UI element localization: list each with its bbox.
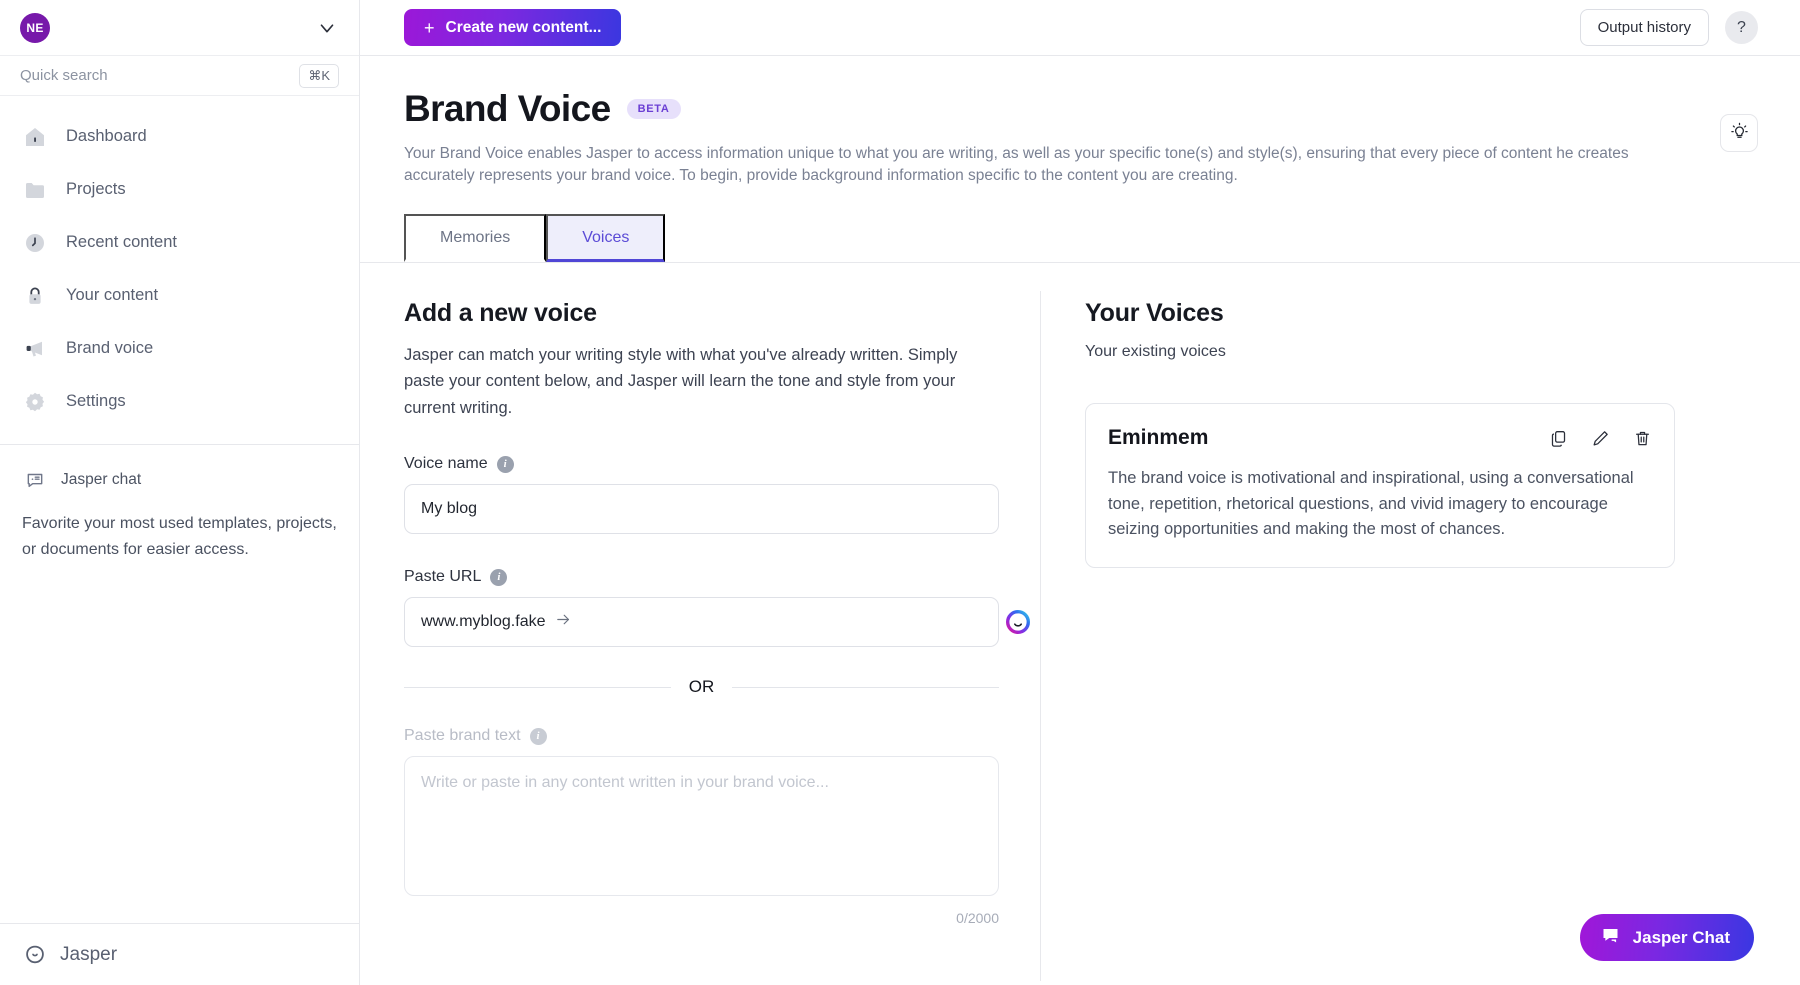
sidebar: NE Quick search ⌘K Dashboard Projects [0,0,360,985]
info-icon[interactable]: i [490,569,507,586]
folder-icon [22,177,48,203]
your-voices-heading: Your Voices [1085,299,1756,328]
chat-bubble-icon [22,467,48,493]
sidebar-footer[interactable]: Jasper [0,923,359,985]
voice-name-label-row: Voice name i [404,455,996,473]
sidebar-item-settings[interactable]: Settings [0,375,359,428]
gear-icon [22,389,48,415]
sidebar-item-label: Settings [66,392,126,411]
lock-icon [22,283,48,309]
app-root: NE Quick search ⌘K Dashboard Projects [0,0,1800,985]
loading-spinner-icon [1003,607,1033,637]
your-voices-panel: Your Voices Your existing voices Eminmem [1041,299,1800,981]
avatar[interactable]: NE [20,13,50,43]
help-button[interactable]: ? [1725,11,1758,44]
voice-name-input[interactable] [404,484,999,534]
megaphone-icon [22,336,48,362]
create-new-content-label: Create new content... [446,19,602,37]
page-description: Your Brand Voice enables Jasper to acces… [404,143,1694,188]
page-title: Brand Voice [404,88,611,130]
paste-url-field: Paste URL i www.myblog.fake [404,568,996,647]
sidebar-account-header[interactable]: NE [0,0,359,56]
add-voice-lead: Jasper can match your writing style with… [404,342,996,421]
plus-icon: + [424,19,435,37]
sidebar-item-label: Dashboard [66,127,147,146]
voice-name-field: Voice name i [404,455,996,534]
add-voice-panel: Add a new voice Jasper can match your wr… [360,299,1040,981]
trash-icon[interactable] [1632,429,1652,449]
paste-url-label-row: Paste URL i [404,568,996,586]
main-area: + Create new content... Output history ?… [360,0,1800,985]
tab-memories[interactable]: Memories [404,214,546,262]
sidebar-item-jasper-chat[interactable]: Jasper chat [22,467,337,493]
chat-bubble-icon [1600,925,1621,951]
paste-url-input[interactable]: www.myblog.fake [404,597,999,647]
tab-voices[interactable]: Voices [546,214,665,262]
home-icon [22,124,48,150]
jasper-chat-fab-button[interactable]: Jasper Chat [1580,914,1754,961]
search-shortcut-badge: ⌘K [299,64,339,88]
sidebar-item-recent-content[interactable]: Recent content [0,216,359,269]
search-placeholder: Quick search [20,67,108,84]
paste-url-label: Paste URL [404,568,481,586]
voice-card-description: The brand voice is motivational and insp… [1108,466,1652,543]
sidebar-chat-label: Jasper chat [61,471,141,489]
voice-card-header: Eminmem [1108,426,1652,450]
sidebar-item-your-content[interactable]: Your content [0,269,359,322]
paste-brand-text-label: Paste brand text [404,727,521,745]
sidebar-nav: Dashboard Projects Recent content Your c… [0,96,359,438]
jasper-logo-icon [22,942,48,968]
or-separator: OR [404,677,999,697]
clock-icon [22,230,48,256]
create-new-content-button[interactable]: + Create new content... [404,9,621,46]
voice-card-actions [1548,426,1652,449]
search-input[interactable]: Quick search ⌘K [0,56,359,96]
page-content: Brand Voice BETA Your Brand Voice enable… [360,56,1800,985]
page-header: Brand Voice BETA Your Brand Voice enable… [360,56,1800,188]
status-badge: BETA [627,99,681,119]
panes: Add a new voice Jasper can match your wr… [360,263,1800,981]
topbar: + Create new content... Output history ? [360,0,1800,56]
output-history-button[interactable]: Output history [1580,9,1709,46]
lightbulb-icon [1730,122,1749,144]
edit-pencil-icon[interactable] [1590,429,1610,449]
paste-url-wrap: www.myblog.fake [404,597,999,647]
character-counter: 0/2000 [404,910,999,926]
or-label: OR [689,677,715,697]
sidebar-item-label: Projects [66,180,126,199]
sidebar-chat-block: Jasper chat Favorite your most used temp… [0,445,359,562]
sidebar-brand-label: Jasper [60,944,117,966]
tabs: Memories Voices [360,214,1800,263]
copy-icon[interactable] [1548,429,1568,449]
voice-card[interactable]: Eminmem [1085,403,1675,568]
paste-brand-text-label-row: Paste brand text i [404,727,996,745]
sidebar-item-brand-voice[interactable]: Brand voice [0,322,359,375]
or-line-right [732,687,999,688]
paste-url-value: www.myblog.fake [421,613,546,631]
or-line-left [404,687,671,688]
add-voice-heading: Add a new voice [404,299,996,328]
paste-brand-text-field: Paste brand text i 0/2000 [404,727,996,926]
voice-name-label: Voice name [404,455,488,473]
topbar-right-group: Output history ? [1580,9,1758,46]
title-row: Brand Voice BETA [404,88,1756,130]
sidebar-chat-tip: Favorite your most used templates, proje… [22,511,337,562]
jasper-chat-fab-label: Jasper Chat [1633,928,1730,948]
voice-card-name: Eminmem [1108,426,1208,450]
arrow-right-icon[interactable] [555,611,572,633]
your-voices-subheading: Your existing voices [1085,343,1756,361]
sidebar-item-label: Brand voice [66,339,153,358]
sidebar-item-projects[interactable]: Projects [0,163,359,216]
info-icon[interactable]: i [497,456,514,473]
sidebar-item-dashboard[interactable]: Dashboard [0,110,359,163]
chevron-down-icon[interactable] [315,16,339,40]
paste-brand-text-input[interactable] [404,756,999,896]
info-icon[interactable]: i [530,728,547,745]
sidebar-item-label: Your content [66,286,158,305]
sidebar-item-label: Recent content [66,233,177,252]
lightbulb-tips-button[interactable] [1720,114,1758,152]
